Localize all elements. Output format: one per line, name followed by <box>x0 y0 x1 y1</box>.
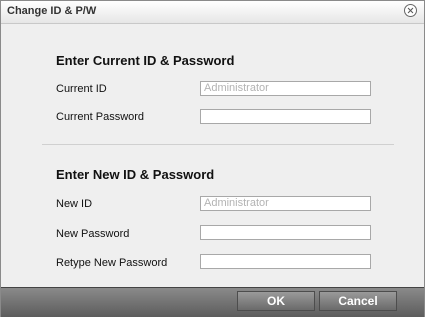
current-password-input[interactable] <box>200 109 371 124</box>
current-id-input[interactable]: Administrator <box>200 81 371 96</box>
new-password-input[interactable] <box>200 225 371 240</box>
dialog-footer: OK Cancel <box>1 287 424 317</box>
new-credentials-heading: Enter New ID & Password <box>56 167 215 182</box>
dialog-title: Change ID & P/W <box>7 5 97 17</box>
current-password-label: Current Password <box>56 111 145 123</box>
close-icon[interactable] <box>404 4 417 17</box>
current-credentials-heading: Enter Current ID & Password <box>56 53 235 68</box>
new-id-input[interactable]: Administrator <box>200 196 371 211</box>
current-id-label: Current ID <box>56 83 107 95</box>
dialog-titlebar: Change ID & P/W <box>1 1 424 24</box>
new-password-label: New Password <box>56 228 130 240</box>
cancel-button[interactable]: Cancel <box>319 291 397 311</box>
new-id-label: New ID <box>56 198 93 210</box>
ok-button[interactable]: OK <box>237 291 315 311</box>
section-divider <box>42 144 394 145</box>
retype-password-input[interactable] <box>200 254 371 269</box>
change-id-password-dialog: Change ID & P/W Enter Current ID & Passw… <box>0 0 425 317</box>
retype-password-label: Retype New Password <box>56 257 168 269</box>
